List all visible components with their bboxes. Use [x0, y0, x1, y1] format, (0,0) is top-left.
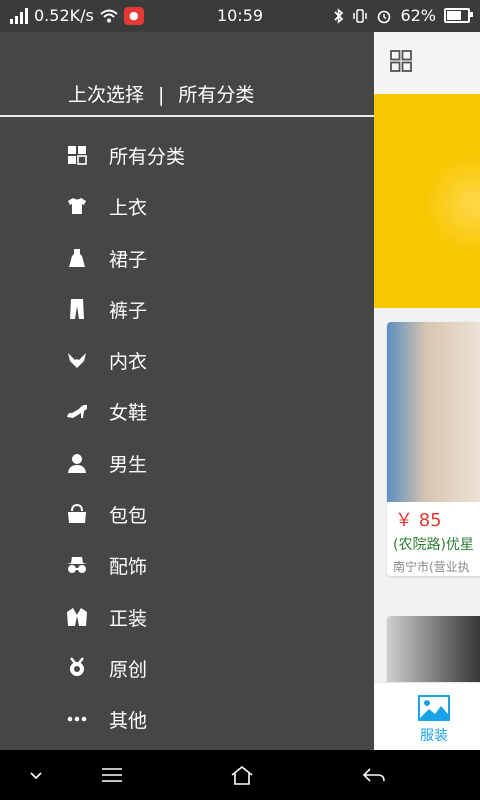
- main-top-bar: [374, 32, 480, 94]
- product-photo: [387, 322, 480, 502]
- category-item-all[interactable]: 所有分类: [0, 131, 374, 182]
- category-item-original[interactable]: 原创: [0, 644, 374, 695]
- vibrate-icon: [353, 8, 368, 23]
- more-icon: [66, 708, 88, 730]
- category-item-formal[interactable]: 正装: [0, 593, 374, 644]
- category-item-accessories[interactable]: 配饰: [0, 541, 374, 592]
- promo-banner[interactable]: [374, 94, 480, 308]
- category-label: 裙子: [109, 248, 148, 271]
- category-label: 包包: [109, 505, 148, 528]
- header-separator: |: [158, 84, 165, 106]
- heel-shoe-icon: [66, 400, 88, 422]
- all-categories-link[interactable]: 所有分类: [178, 84, 254, 106]
- category-item-pants[interactable]: 裤子: [0, 285, 374, 336]
- category-label: 内衣: [109, 351, 148, 374]
- category-label: 其他: [109, 710, 148, 733]
- battery-percent: 62%: [400, 6, 436, 25]
- product-price: ￥ 85: [395, 510, 442, 531]
- category-item-tops[interactable]: 上衣: [0, 182, 374, 233]
- category-label: 所有分类: [109, 146, 186, 168]
- category-menu: 所有分类 上衣 裙子 裤子 内衣 女鞋 男生 包包 配饰 正装 原创 其他: [0, 131, 374, 747]
- chevron-down-icon[interactable]: [22, 764, 50, 786]
- battery-icon: [444, 8, 473, 23]
- category-label: 配饰: [109, 556, 148, 579]
- category-item-men[interactable]: 男生: [0, 439, 374, 490]
- category-label: 正装: [109, 607, 148, 630]
- category-item-underwear[interactable]: 内衣: [0, 336, 374, 387]
- product-title: (农院路)优星: [393, 537, 474, 553]
- layout-toggle-icon[interactable]: [390, 50, 412, 72]
- bluetooth-icon: [334, 7, 344, 24]
- menu-icon[interactable]: [98, 764, 126, 786]
- category-label: 原创: [109, 658, 148, 681]
- dress-icon: [66, 247, 88, 269]
- back-icon[interactable]: [360, 764, 388, 786]
- grid-icon: [66, 144, 88, 166]
- category-label: 女鞋: [109, 402, 148, 425]
- badge-icon: [66, 657, 88, 679]
- category-drawer: 上次选择 | 所有分类 所有分类 上衣 裙子 裤子 内衣 女鞋 男生 包包 配饰…: [0, 32, 374, 750]
- status-bar: 0.52K/s ● 10:59 62%: [0, 0, 480, 32]
- alarm-icon: [378, 10, 391, 23]
- pants-icon: [66, 298, 88, 320]
- hat-glasses-icon: [66, 554, 88, 576]
- man-icon: [66, 452, 88, 474]
- tab-clothing-label: 服装: [420, 728, 448, 744]
- recent-selection-link[interactable]: 上次选择: [68, 84, 144, 106]
- image-icon: [418, 695, 450, 721]
- product-card[interactable]: ￥ 85 (农院路)优星 南宁市(营业执: [387, 322, 480, 576]
- category-item-bags[interactable]: 包包: [0, 490, 374, 541]
- handbag-icon: [66, 503, 88, 525]
- system-nav-bar: [0, 750, 480, 800]
- tshirt-icon: [66, 195, 88, 217]
- product-address: 南宁市(营业执: [393, 560, 470, 574]
- suit-icon: [66, 606, 88, 628]
- category-item-other[interactable]: 其他: [0, 695, 374, 746]
- lingerie-icon: [66, 349, 88, 371]
- category-label: 男生: [109, 453, 148, 476]
- drawer-header: 上次选择 | 所有分类: [0, 32, 374, 117]
- category-label: 上衣: [109, 197, 148, 220]
- category-item-skirts[interactable]: 裙子: [0, 234, 374, 285]
- tab-clothing[interactable]: 服装: [374, 682, 480, 751]
- home-icon[interactable]: [228, 764, 256, 786]
- category-label: 裤子: [109, 299, 148, 322]
- category-item-shoes[interactable]: 女鞋: [0, 387, 374, 438]
